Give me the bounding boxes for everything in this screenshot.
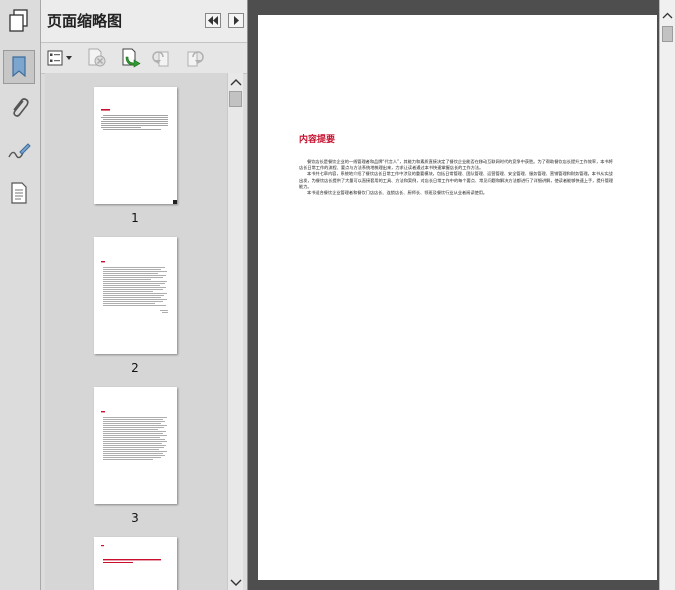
thumbnail-page-number: 1 xyxy=(131,211,139,225)
right-arrow-icon xyxy=(234,16,239,25)
page-thumbnail[interactable] xyxy=(94,87,177,204)
options-list-icon xyxy=(47,50,72,66)
page-thumbnail[interactable] xyxy=(94,387,177,504)
page-preview xyxy=(101,411,167,460)
thumbnails-panel: 页面缩略图 1 2 3 xyxy=(41,0,248,590)
double-left-arrow-icon xyxy=(208,16,218,25)
bookmark-icon[interactable] xyxy=(3,50,35,84)
thumbnail-page-number: 3 xyxy=(131,511,139,525)
page-thumbnail[interactable] xyxy=(94,537,177,590)
rotate-right-button[interactable] xyxy=(181,47,205,69)
document-view: 内容提要 餐饮店长是餐饮企业的一线管理者和品牌“代言人”，其能力和素质直接决定了… xyxy=(248,0,675,590)
paragraph: 本书共七章内容，系统地介绍了餐饮店长日常工作中涉及的重要模块，包括日常管理、团队… xyxy=(299,171,614,189)
page-thumbnail[interactable] xyxy=(94,237,177,354)
options-menu-button[interactable] xyxy=(47,47,73,69)
collapse-panel-button[interactable] xyxy=(205,13,221,28)
page-body: 餐饮店长是餐饮企业的一线管理者和品牌“代言人”，其能力和素质直接决定了餐饮企业能… xyxy=(299,159,614,196)
panel-header: 页面缩略图 xyxy=(41,0,247,43)
page-preview xyxy=(101,109,177,204)
pages-icon[interactable] xyxy=(4,6,34,36)
scroll-up-arrow-icon[interactable] xyxy=(660,10,675,22)
rotate-left-button[interactable] xyxy=(151,47,175,69)
paragraph: 餐饮店长是餐饮企业的一线管理者和品牌“代言人”，其能力和素质直接决定了餐饮企业能… xyxy=(299,159,613,171)
document-scrollbar[interactable] xyxy=(659,0,675,590)
content-icon[interactable] xyxy=(4,178,34,208)
rotate-left-icon xyxy=(152,51,169,67)
panel-toolbar xyxy=(41,43,247,74)
insert-page-icon xyxy=(122,48,141,68)
insert-pages-button[interactable] xyxy=(119,47,143,69)
page-preview xyxy=(101,545,161,563)
delete-pages-button[interactable] xyxy=(85,47,109,69)
scroll-thumb[interactable] xyxy=(662,26,673,42)
thumbnail-list: 1 2 3 xyxy=(45,73,227,590)
thumbnail-scrollbar[interactable] xyxy=(227,73,243,590)
page-preview xyxy=(101,261,168,313)
panel-title: 页面缩略图 xyxy=(47,12,123,30)
scroll-thumb[interactable] xyxy=(229,91,242,107)
thumbnail-page-number: 2 xyxy=(131,361,139,375)
scroll-down-arrow-icon[interactable] xyxy=(228,575,244,589)
paragraph: 本书适合餐饮企业管理者和餐饮门店店长、连锁店长、厨师长、领班及餐饮行业从业者阅读… xyxy=(307,190,488,196)
rotate-right-icon xyxy=(187,51,204,67)
delete-page-icon xyxy=(88,48,106,67)
signature-icon[interactable] xyxy=(4,136,34,166)
attachment-icon[interactable] xyxy=(4,93,34,123)
scroll-up-arrow-icon[interactable] xyxy=(228,76,244,90)
expand-panel-button[interactable] xyxy=(228,13,244,28)
left-tool-strip xyxy=(0,0,41,590)
document-page: 内容提要 餐饮店长是餐饮企业的一线管理者和品牌“代言人”，其能力和素质直接决定了… xyxy=(258,15,657,580)
page-heading: 内容提要 xyxy=(299,135,336,145)
